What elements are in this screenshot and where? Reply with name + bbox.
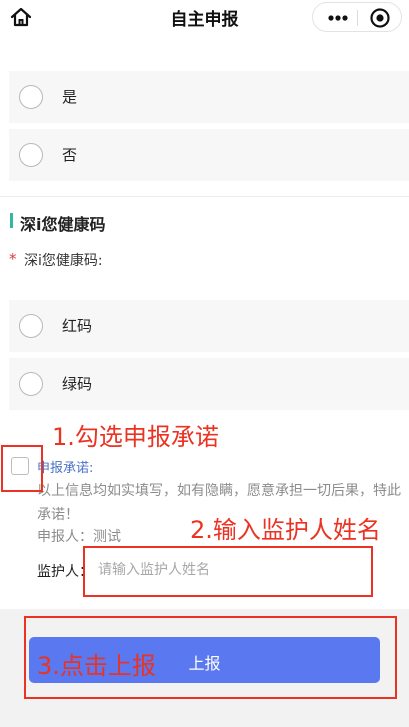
option-yes[interactable]: 是 xyxy=(9,71,409,123)
radio-button[interactable] xyxy=(19,372,43,396)
applicant-name: 申报人：测试 xyxy=(37,529,121,545)
annotation-step1: 1.勾选申报承诺 xyxy=(52,423,219,451)
commitment-title: 申报承诺: xyxy=(37,461,94,476)
capsule-divider xyxy=(357,10,358,26)
option-label: 否 xyxy=(62,146,78,164)
option-no[interactable]: 否 xyxy=(9,129,409,181)
option-label: 是 xyxy=(62,88,78,106)
mini-program-capsule xyxy=(312,2,402,32)
annotation-box-guardian xyxy=(83,546,373,597)
annotation-step2: 2.输入监护人姓名 xyxy=(190,516,381,544)
top-navbar: 自主申报 xyxy=(0,0,409,34)
annotation-step3: 3.点击上报 xyxy=(37,652,156,680)
radio-button[interactable] xyxy=(19,143,43,167)
annotation-box-checkbox xyxy=(1,445,43,492)
required-mark: * xyxy=(9,250,17,268)
health-code-field-label: 深i您健康码: xyxy=(24,253,103,269)
option-label: 绿码 xyxy=(62,375,93,393)
radio-button[interactable] xyxy=(19,314,43,338)
option-label: 红码 xyxy=(62,317,93,335)
option-red-code[interactable]: 红码 xyxy=(9,300,409,352)
more-dots-icon[interactable] xyxy=(327,10,349,24)
section-divider xyxy=(0,196,409,197)
radio-button[interactable] xyxy=(19,85,43,109)
option-green-code[interactable]: 绿码 xyxy=(9,358,409,410)
section-title: 深i您健康码 xyxy=(20,215,106,234)
target-circle-icon[interactable] xyxy=(369,7,391,29)
section-accent-bar xyxy=(10,213,13,228)
